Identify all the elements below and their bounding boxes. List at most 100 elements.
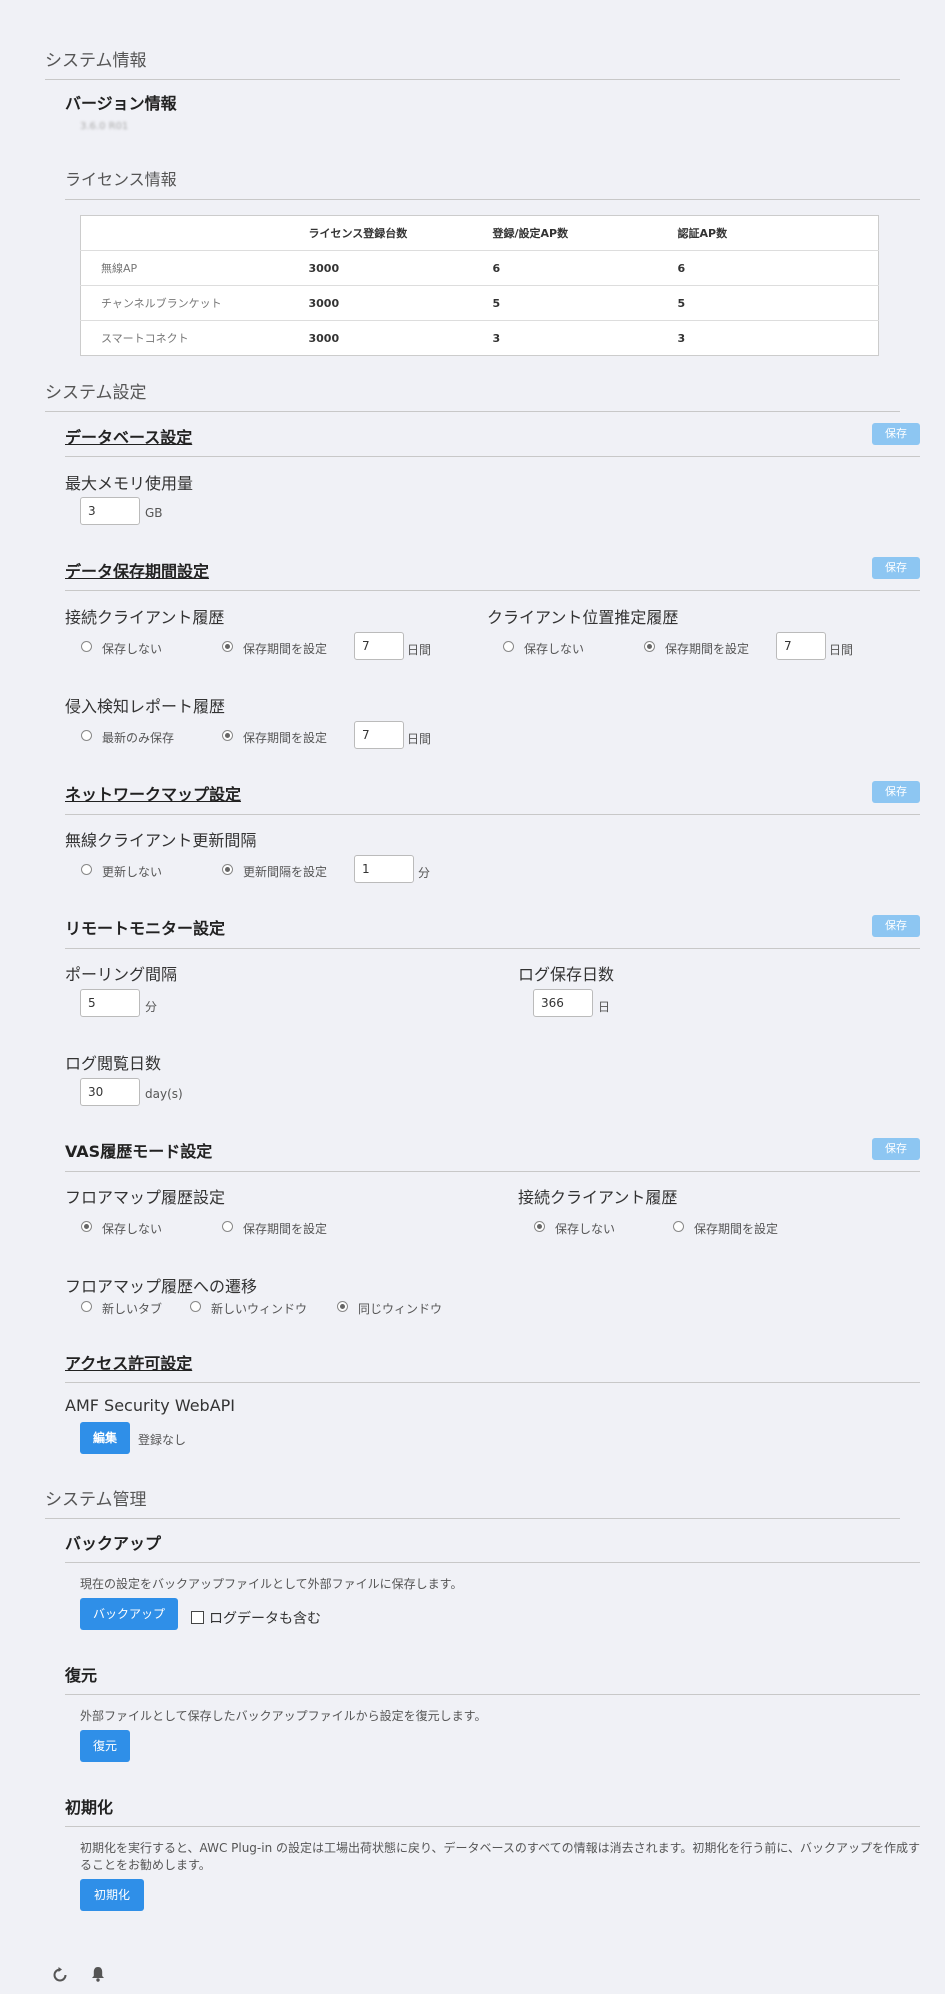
webapi-status: 登録なし <box>138 1433 187 1447</box>
days-unit: 日間 <box>407 732 432 746</box>
backup-title: バックアップ <box>65 1534 162 1553</box>
divider <box>65 1826 920 1827</box>
init-title: 初期化 <box>65 1798 114 1817</box>
include-logs-checkbox[interactable] <box>191 1611 204 1624</box>
same-window-radio[interactable] <box>337 1301 348 1312</box>
database-save-button[interactable]: 保存 <box>872 423 920 445</box>
update-interval-input[interactable]: 1 <box>354 855 414 883</box>
floor-history-none-radio[interactable] <box>81 1221 92 1232</box>
table-cell: 3000 <box>307 250 492 286</box>
position-history-none-radio[interactable] <box>503 641 514 652</box>
column-header <box>80 215 308 251</box>
minutes-unit: 分 <box>418 866 431 880</box>
intrusion-history-days-input[interactable]: 7 <box>354 721 404 749</box>
table-cell: 5 <box>676 285 879 321</box>
radio-label: 保存期間を設定 <box>694 1222 779 1236</box>
vas-settings-title: VAS履歴モード設定 <box>65 1142 213 1161</box>
restore-button[interactable]: 復元 <box>80 1730 130 1762</box>
log-keep-days-label: ログ保存日数 <box>518 965 615 984</box>
update-set-radio[interactable] <box>222 864 233 875</box>
refresh-icon[interactable] <box>51 1966 69 1984</box>
client-history-set-radio[interactable] <box>222 641 233 652</box>
table-cell: 無線AP <box>80 250 308 286</box>
table-cell: 6 <box>676 250 879 286</box>
divider <box>65 1694 920 1695</box>
radio-label: 更新しない <box>102 865 163 879</box>
max-memory-input[interactable]: 3 <box>80 497 140 525</box>
system-admin-title: システム管理 <box>45 1490 147 1510</box>
remote-monitor-save-button[interactable]: 保存 <box>872 915 920 937</box>
table-cell: 3 <box>676 320 879 356</box>
table-row: スマートコネクト 3000 3 3 <box>80 320 879 356</box>
divider <box>65 1562 920 1563</box>
divider <box>65 590 920 591</box>
radio-label: 保存しない <box>102 1222 163 1236</box>
intrusion-history-label: 侵入検知レポート履歴 <box>65 697 226 716</box>
max-memory-unit: GB <box>145 506 163 520</box>
database-settings-title[interactable]: データベース設定 <box>65 424 192 448</box>
client-history-label: 接続クライアント履歴 <box>65 608 225 627</box>
table-cell: 3000 <box>307 320 492 356</box>
log-keep-days-input[interactable]: 366 <box>533 989 593 1017</box>
init-button[interactable]: 初期化 <box>80 1879 144 1911</box>
column-header: 認証AP数 <box>676 215 879 251</box>
system-settings-title: システム設定 <box>45 383 147 403</box>
floor-transition-label: フロアマップ履歴への遷移 <box>65 1277 258 1296</box>
client-history-none-radio[interactable] <box>81 641 92 652</box>
update-none-radio[interactable] <box>81 864 92 875</box>
table-cell: 3 <box>491 320 677 356</box>
divider <box>65 814 920 815</box>
column-header: 登録/設定AP数 <box>491 215 677 251</box>
log-view-days-label: ログ閲覧日数 <box>65 1054 162 1073</box>
polling-interval-input[interactable]: 5 <box>80 989 140 1017</box>
init-description-line2: ることをお勧めします。 <box>80 1858 211 1872</box>
backup-button[interactable]: バックアップ <box>80 1598 178 1630</box>
vas-client-history-none-radio[interactable] <box>534 1221 545 1232</box>
backup-description: 現在の設定をバックアップファイルとして外部ファイルに保存します。 <box>80 1577 463 1591</box>
table-cell: 6 <box>491 250 677 286</box>
days-unit: 日 <box>598 1000 611 1014</box>
divider <box>65 1171 920 1172</box>
position-history-label: クライアント位置推定履歴 <box>487 608 679 627</box>
divider <box>65 199 920 200</box>
version-title: バージョン情報 <box>65 94 177 113</box>
radio-label: 新しいタブ <box>102 1302 163 1316</box>
floor-history-set-radio[interactable] <box>222 1221 233 1232</box>
vas-client-history-set-radio[interactable] <box>673 1221 684 1232</box>
position-history-days-input[interactable]: 7 <box>776 632 826 660</box>
floor-history-label: フロアマップ履歴設定 <box>65 1188 226 1207</box>
divider <box>65 1382 920 1383</box>
days-unit: 日間 <box>829 643 854 657</box>
radio-label: 保存しない <box>102 642 163 656</box>
license-table: ライセンス登録台数 登録/設定AP数 認証AP数 無線AP 3000 6 6 チ… <box>80 215 879 356</box>
access-settings-title[interactable]: アクセス許可設定 <box>65 1350 192 1374</box>
system-info-title: システム情報 <box>45 51 147 71</box>
network-map-save-button[interactable]: 保存 <box>872 781 920 803</box>
client-history-days-input[interactable]: 7 <box>354 632 404 660</box>
intrusion-history-latest-radio[interactable] <box>81 730 92 741</box>
vas-save-button[interactable]: 保存 <box>872 1138 920 1160</box>
retention-settings-title[interactable]: データ保存期間設定 <box>65 558 209 582</box>
table-cell: スマートコネクト <box>80 320 308 356</box>
minutes-unit: 分 <box>145 1000 158 1014</box>
divider <box>45 79 900 80</box>
divider <box>45 411 900 412</box>
update-interval-label: 無線クライアント更新間隔 <box>65 831 257 850</box>
log-view-days-input[interactable]: 30 <box>80 1078 140 1106</box>
retention-save-button[interactable]: 保存 <box>872 557 920 579</box>
bell-icon[interactable] <box>89 1965 107 1983</box>
new-tab-radio[interactable] <box>81 1301 92 1312</box>
intrusion-history-set-radio[interactable] <box>222 730 233 741</box>
license-table-header: ライセンス登録台数 登録/設定AP数 認証AP数 <box>80 215 879 251</box>
divider <box>45 1518 900 1519</box>
webapi-edit-button[interactable]: 編集 <box>80 1422 130 1454</box>
radio-label: 保存期間を設定 <box>243 642 328 656</box>
license-title: ライセンス情報 <box>65 170 177 189</box>
table-cell: チャンネルブランケット <box>80 285 308 321</box>
include-logs-label: ログデータも含む <box>209 1611 321 1627</box>
position-history-set-radio[interactable] <box>644 641 655 652</box>
max-memory-label: 最大メモリ使用量 <box>65 474 194 493</box>
new-window-radio[interactable] <box>190 1301 201 1312</box>
network-map-settings-title[interactable]: ネットワークマップ設定 <box>65 781 241 805</box>
init-description-line1: 初期化を実行すると、AWC Plug-in の設定は工場出荷状態に戻り、データベ… <box>80 1841 921 1855</box>
